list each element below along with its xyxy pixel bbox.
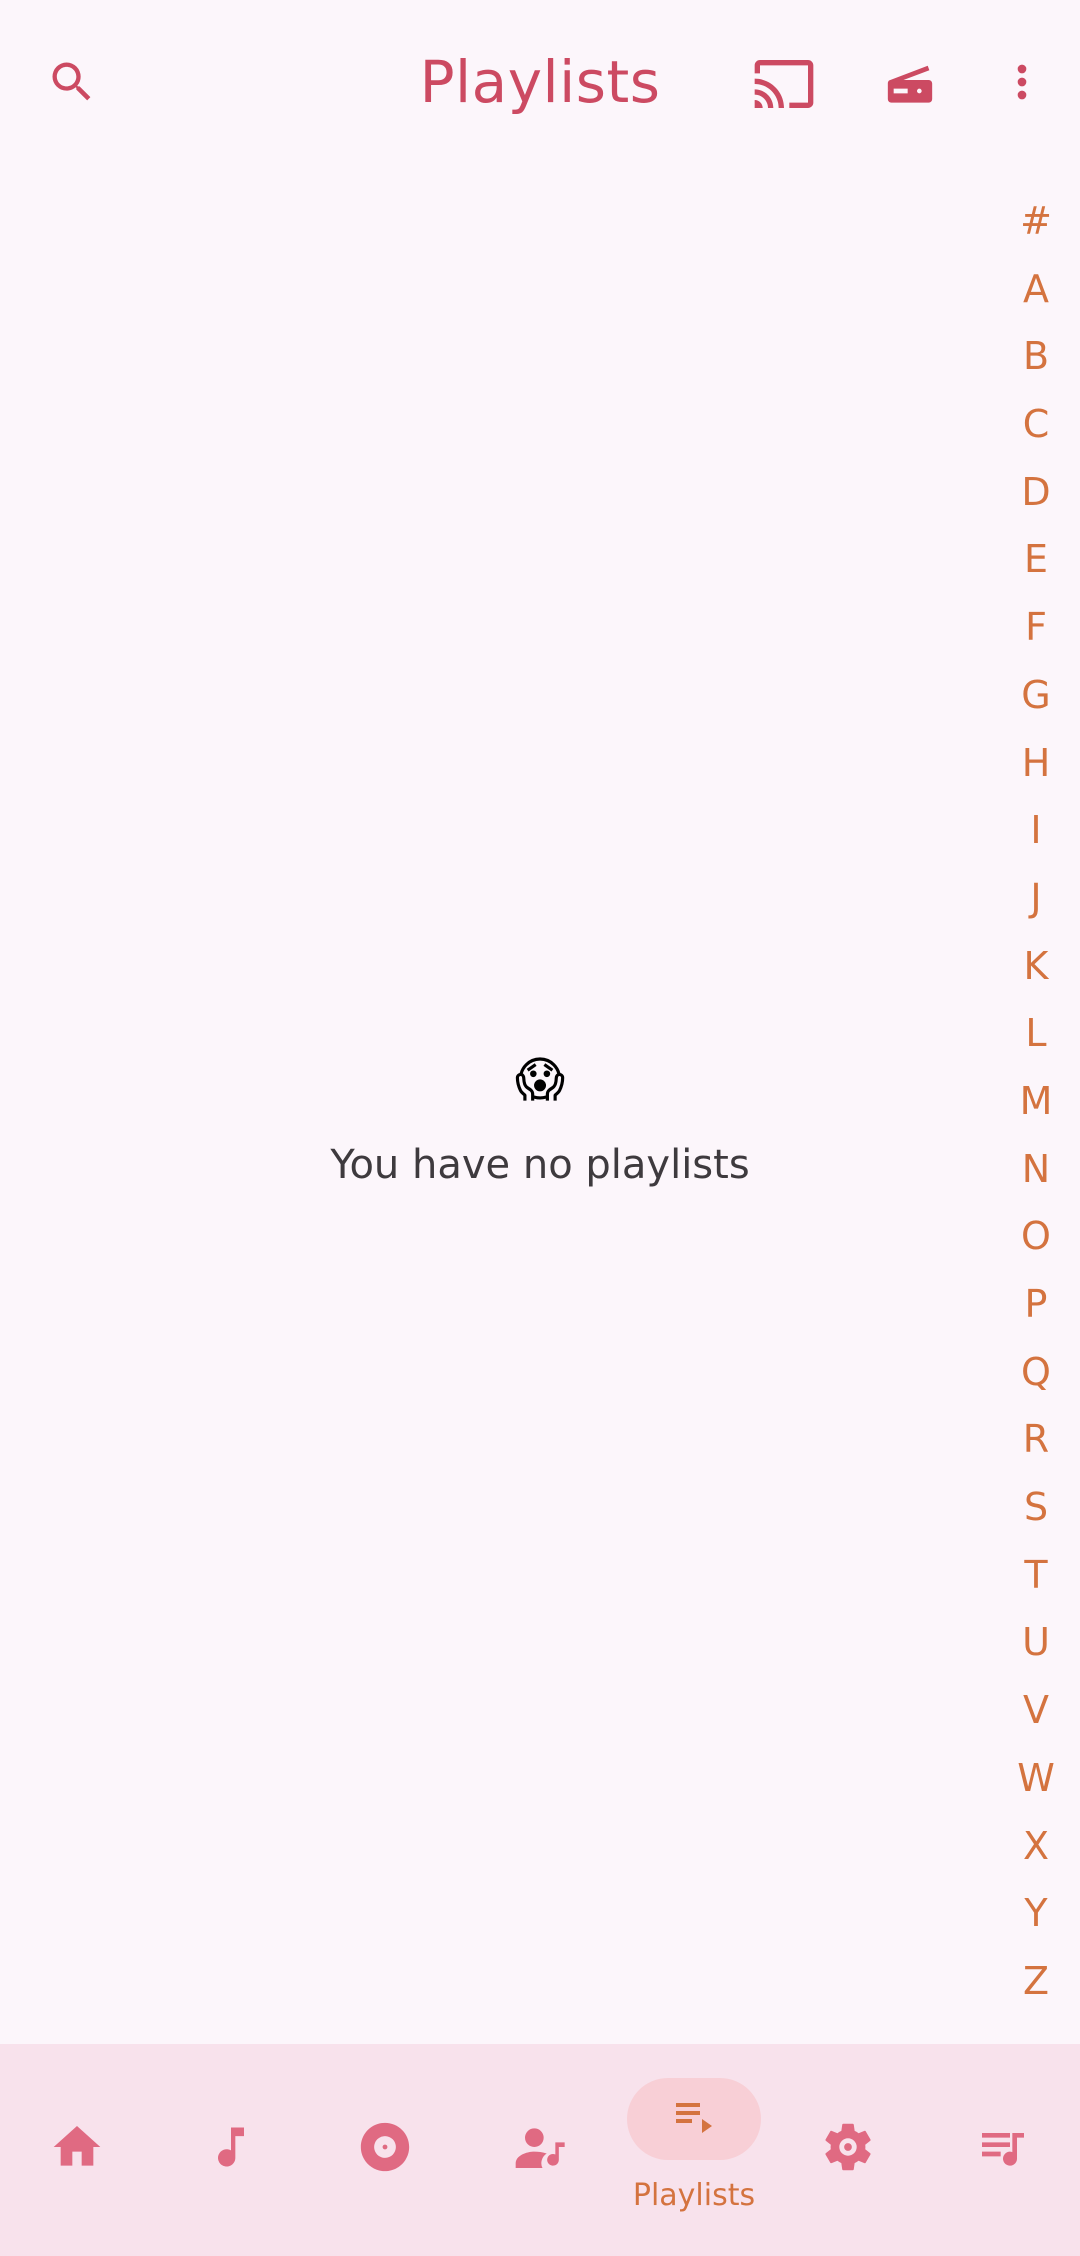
alphabet-letter[interactable]: Q — [1004, 1339, 1068, 1407]
music-note-icon — [205, 2121, 257, 2177]
nav-item-home[interactable] — [0, 2044, 154, 2256]
album-icon — [356, 2118, 414, 2180]
nav-item-artists[interactable] — [462, 2044, 616, 2256]
radio-icon — [882, 56, 938, 112]
artist-icon — [511, 2119, 567, 2179]
scream-emoji: 😱 — [514, 1052, 566, 1108]
alphabet-letter[interactable]: S — [1004, 1474, 1068, 1542]
nav-item-songs[interactable] — [154, 2044, 308, 2256]
app-screen: Playlists # A B C D E F G H I J K L M N … — [0, 0, 1080, 2256]
home-icon — [49, 2119, 105, 2179]
alphabet-letter[interactable]: H — [1004, 730, 1068, 798]
nav-item-albums[interactable] — [308, 2044, 462, 2256]
alphabet-letter[interactable]: E — [1004, 526, 1068, 594]
alphabet-letter[interactable]: U — [1004, 1609, 1068, 1677]
alphabet-letter[interactable]: K — [1004, 933, 1068, 1001]
bottom-navigation: Playlists — [0, 2044, 1080, 2256]
alphabet-letter[interactable]: R — [1004, 1406, 1068, 1474]
alphabet-letter[interactable]: I — [1004, 797, 1068, 865]
alphabet-letter[interactable]: V — [1004, 1677, 1068, 1745]
alphabet-letter[interactable]: D — [1004, 459, 1068, 527]
empty-state-message: You have no playlists — [330, 1142, 750, 1188]
nav-label-playlists: Playlists — [632, 2178, 756, 2213]
alphabet-letter[interactable]: Z — [1004, 1948, 1068, 2016]
queue-music-icon — [975, 2119, 1031, 2179]
alphabet-letter[interactable]: B — [1004, 323, 1068, 391]
settings-icon — [819, 2118, 877, 2180]
alphabet-letter[interactable]: O — [1004, 1203, 1068, 1271]
top-app-bar: Playlists — [0, 0, 1080, 170]
alphabet-letter[interactable]: F — [1004, 594, 1068, 662]
nav-item-queue[interactable] — [926, 2044, 1080, 2256]
alphabet-letter[interactable]: J — [1004, 865, 1068, 933]
alphabet-letter[interactable]: T — [1004, 1542, 1068, 1610]
nav-active-indicator — [627, 2078, 761, 2160]
alphabet-letter[interactable]: C — [1004, 391, 1068, 459]
cast-icon — [752, 52, 816, 116]
empty-state: 😱 You have no playlists — [0, 1050, 1080, 1190]
radio-button[interactable] — [862, 36, 958, 132]
nav-item-settings[interactable] — [771, 2044, 925, 2256]
alphabet-letter[interactable]: X — [1004, 1813, 1068, 1881]
more-options-button[interactable] — [974, 34, 1070, 130]
alphabet-letter[interactable]: # — [1004, 188, 1068, 256]
alphabet-letter[interactable]: P — [1004, 1271, 1068, 1339]
search-icon — [46, 56, 98, 108]
playlist-play-icon — [670, 2093, 718, 2145]
cast-button[interactable] — [736, 36, 832, 132]
alphabet-letter[interactable]: Y — [1004, 1880, 1068, 1948]
page-title: Playlists — [419, 48, 661, 116]
alphabet-letter[interactable]: G — [1004, 662, 1068, 730]
search-button[interactable] — [24, 34, 120, 130]
alphabet-letter[interactable]: W — [1004, 1745, 1068, 1813]
more-vert-icon — [996, 56, 1048, 108]
alphabet-letter[interactable]: A — [1004, 256, 1068, 324]
nav-item-playlists[interactable]: Playlists — [617, 2044, 771, 2256]
